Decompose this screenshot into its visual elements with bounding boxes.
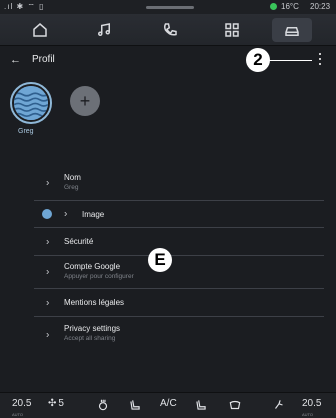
windshield-defrost-icon xyxy=(229,400,241,410)
list-item-legal[interactable]: › Mentions légales xyxy=(34,289,324,317)
nav-phone-button[interactable] xyxy=(150,18,190,42)
add-profile-button[interactable]: + xyxy=(70,86,100,116)
nav-vehicle-button[interactable] xyxy=(272,18,312,42)
chevron-right-icon: › xyxy=(46,297,50,308)
chevron-right-icon: › xyxy=(46,236,50,247)
signal-icons: .ıl ✱ ⌔ ▯ xyxy=(4,2,45,11)
apps-grid-icon xyxy=(225,23,239,37)
online-indicator xyxy=(270,3,277,10)
seat-icon xyxy=(196,400,206,410)
left-temperature-mode: AUTO xyxy=(12,412,24,417)
seat-heat-left-button[interactable] xyxy=(128,398,142,412)
list-item-google[interactable]: › Compte Google Appuyer pour configurer xyxy=(34,256,324,289)
top-navigation xyxy=(0,14,336,46)
nav-apps-button[interactable] xyxy=(212,18,252,42)
list-item-image[interactable]: › Image xyxy=(34,201,324,228)
profile-name-label: Greg xyxy=(18,128,34,135)
plus-icon: + xyxy=(79,90,91,111)
climate-bar: 20.5 AUTO ✣ 5 A/C 20.5 AUTO xyxy=(0,392,336,418)
callout-marker-e: E xyxy=(148,248,172,272)
airflow-button[interactable] xyxy=(272,398,286,412)
list-item-value: Appuyer pour configurer xyxy=(64,273,134,280)
status-bar: .ıl ✱ ⌔ ▯ 16°C 20:23 xyxy=(0,0,336,14)
list-item-label: Image xyxy=(82,210,105,219)
drag-handle[interactable] xyxy=(146,6,194,9)
nav-music-button[interactable] xyxy=(84,18,124,42)
list-item-label: Privacy settings xyxy=(64,324,121,333)
right-temperature: 20.5 xyxy=(302,398,322,409)
callout-leader-line xyxy=(268,60,312,61)
seat-heat-right-button[interactable] xyxy=(194,398,208,412)
fan-icon: ✣ xyxy=(48,398,57,409)
ac-button[interactable]: A/C xyxy=(160,398,177,409)
car-icon xyxy=(285,27,299,36)
right-temperature-control[interactable]: 20.5 xyxy=(302,398,321,409)
callout-marker-2: 2 xyxy=(246,48,270,72)
image-thumbnail xyxy=(42,209,52,219)
left-temperature-control[interactable]: 20.5 xyxy=(12,398,31,409)
left-temperature: 20.5 xyxy=(12,398,32,409)
defrost-button[interactable] xyxy=(96,398,110,412)
air-direction-icon xyxy=(275,400,283,409)
list-item-privacy[interactable]: › Privacy settings Accept all sharing xyxy=(34,317,324,353)
list-item-value: Greg xyxy=(64,184,79,191)
chevron-right-icon: › xyxy=(46,266,50,278)
kebab-menu-icon[interactable] xyxy=(314,51,326,67)
heated-steering-icon xyxy=(98,399,108,411)
list-item-label: Sécurité xyxy=(64,237,94,246)
right-temperature-mode: AUTO xyxy=(302,412,314,417)
list-item-value: Accept all sharing xyxy=(64,335,116,342)
home-icon xyxy=(33,23,47,37)
seat-icon xyxy=(130,400,140,410)
phone-icon xyxy=(164,23,177,36)
music-note-icon xyxy=(98,23,110,36)
list-item-label: Mentions légales xyxy=(64,298,125,307)
profile-settings-list: › Nom Greg › Image › Sécurité › Compte G… xyxy=(34,165,324,353)
back-arrow-icon[interactable]: ← xyxy=(10,54,21,66)
avatar-wave-pattern-icon xyxy=(14,86,48,120)
list-item-security[interactable]: › Sécurité xyxy=(34,228,324,256)
avatar xyxy=(14,86,48,120)
list-item-label: Compte Google xyxy=(64,262,121,271)
list-item-label: Nom xyxy=(64,173,81,182)
clock: 20:23 xyxy=(310,2,331,11)
profile-avatar-current[interactable] xyxy=(10,82,52,124)
rear-defrost-button[interactable] xyxy=(228,398,242,412)
ac-label: A/C xyxy=(160,398,177,409)
outside-temperature: 16°C xyxy=(281,2,299,11)
nav-home-button[interactable] xyxy=(20,18,60,42)
chevron-right-icon: › xyxy=(46,177,50,188)
fan-speed: 5 xyxy=(58,398,64,409)
page-title: Profil xyxy=(32,54,55,65)
chevron-right-icon: › xyxy=(64,208,68,220)
chevron-right-icon: › xyxy=(46,329,50,341)
list-item-name[interactable]: › Nom Greg xyxy=(34,165,324,201)
fan-speed-control[interactable]: ✣ 5 xyxy=(48,398,64,409)
